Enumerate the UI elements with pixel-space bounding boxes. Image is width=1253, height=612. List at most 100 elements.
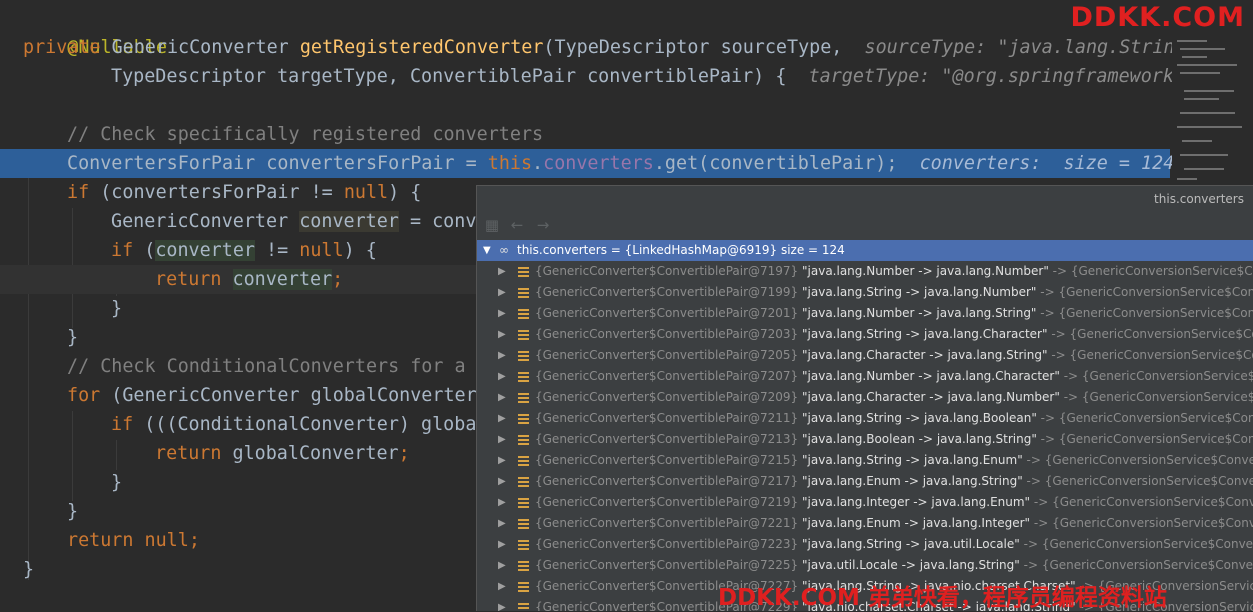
keyword: return <box>155 443 222 464</box>
code-line-14: if (((ConditionalConverter) globa <box>111 410 476 439</box>
collapse-arrow-icon[interactable]: ▶ <box>498 471 506 492</box>
map-entry-icon <box>518 477 529 487</box>
entry-separator: -> <box>1030 495 1053 509</box>
tree-row[interactable]: ▶ {GenericConverter$ConvertiblePair@7215}… <box>477 450 1253 471</box>
entry-separator: -> <box>1036 306 1059 320</box>
minimap-line <box>1180 48 1225 50</box>
assign: = conv <box>398 211 477 232</box>
tree-row[interactable]: ▶ {GenericConverter$ConvertiblePair@7197}… <box>477 261 1253 282</box>
condition: (convertersForPair != <box>89 182 344 203</box>
entry-key-object: {GenericConverter$ConvertiblePair@7207} <box>535 369 799 383</box>
tree-row[interactable]: ▶ {GenericConverter$ConvertiblePair@7199}… <box>477 282 1253 303</box>
collapse-arrow-icon[interactable]: ▶ <box>498 576 506 597</box>
row-text: {GenericConverter$ConvertiblePair@7221} … <box>535 513 1253 534</box>
code-line-12: // Check ConditionalConverters for a <box>67 352 466 381</box>
method-name: getRegisteredConverter <box>299 37 544 58</box>
code-line-3: TypeDescriptor targetType, ConvertiblePa… <box>111 62 1174 91</box>
debug-value-popup[interactable]: this.converters ▦ ← → ▼ ∞ this.converter… <box>476 185 1253 611</box>
collapse-arrow-icon[interactable]: ▶ <box>498 429 506 450</box>
row-text: {GenericConverter$ConvertiblePair@7211} … <box>535 408 1253 429</box>
tree-row[interactable]: ▶ {GenericConverter$ConvertiblePair@7209}… <box>477 387 1253 408</box>
collapse-arrow-icon[interactable]: ▶ <box>498 366 506 387</box>
tree-root-node[interactable]: ▼ ∞ this.converters = {LinkedHashMap@691… <box>477 240 1253 261</box>
keyword: private <box>23 37 101 58</box>
tree-row[interactable]: ▶ {GenericConverter$ConvertiblePair@7223}… <box>477 534 1253 555</box>
code-line-17: } <box>67 497 78 526</box>
entry-separator: -> <box>1030 516 1053 530</box>
collapse-arrow-icon[interactable]: ▶ <box>498 492 506 513</box>
collapse-arrow-icon[interactable]: ▶ <box>498 597 506 611</box>
tree-row[interactable]: ▶ {GenericConverter$ConvertiblePair@7225}… <box>477 555 1253 576</box>
condition: != <box>254 240 300 261</box>
collapse-arrow-icon[interactable]: ▶ <box>498 408 506 429</box>
row-text: {GenericConverter$ConvertiblePair@7217} … <box>535 471 1253 492</box>
forward-arrow-icon[interactable]: → <box>534 216 552 234</box>
entry-key-object: {GenericConverter$ConvertiblePair@7209} <box>535 390 799 404</box>
row-text: {GenericConverter$ConvertiblePair@7205} … <box>535 345 1253 366</box>
minimap-line <box>1184 90 1234 92</box>
collapse-arrow-icon[interactable]: ▶ <box>498 282 506 303</box>
collapse-arrow-icon[interactable]: ▶ <box>498 261 506 282</box>
tree-row[interactable]: ▶ {GenericConverter$ConvertiblePair@7201}… <box>477 303 1253 324</box>
brace: ) { <box>343 240 377 261</box>
expand-arrow-icon[interactable]: ▼ <box>483 240 491 261</box>
indent-guide <box>72 411 73 501</box>
code-line-1: @Nullable <box>23 4 167 58</box>
code-line-4: // Check specifically registered convert… <box>67 120 543 149</box>
entry-separator: -> <box>1047 348 1070 362</box>
variable: converter <box>232 269 333 290</box>
entry-key-object: {GenericConverter$ConvertiblePair@7221} <box>535 516 799 530</box>
collapse-arrow-icon[interactable]: ▶ <box>498 387 506 408</box>
tree-row[interactable]: ▶ {GenericConverter$ConvertiblePair@7205}… <box>477 345 1253 366</box>
entry-key-object: {GenericConverter$ConvertiblePair@7197} <box>535 264 799 278</box>
row-text: {GenericConverter$ConvertiblePair@7203} … <box>535 324 1253 345</box>
popup-title-bar: this.converters <box>477 186 1253 212</box>
map-entry-icon <box>518 351 529 361</box>
entry-value-object: {GenericConversionService$ConvertersFo <box>1052 495 1253 509</box>
collapse-arrow-icon[interactable]: ▶ <box>498 555 506 576</box>
collapse-arrow-icon[interactable]: ▶ <box>498 303 506 324</box>
tree-icon[interactable]: ▦ <box>483 216 501 234</box>
entry-key-value: "java.lang.Number -> java.lang.Character… <box>802 369 1060 383</box>
entry-separator: -> <box>1019 537 1042 551</box>
entry-separator: -> <box>1022 474 1045 488</box>
collapse-arrow-icon[interactable]: ▶ <box>498 513 506 534</box>
code-line-15: return globalConverter; <box>155 439 410 468</box>
variable: converter <box>155 240 255 261</box>
collapse-arrow-icon[interactable]: ▶ <box>498 534 506 555</box>
entry-key-value: "java.lang.String -> java.lang.Number" <box>802 285 1037 299</box>
tree-row[interactable]: ▶ {GenericConverter$ConvertiblePair@7213}… <box>477 429 1253 450</box>
entry-key-value: "java.lang.Character -> java.lang.Number… <box>802 390 1060 404</box>
entry-value-object: {GenericConversionService$ConvertersF <box>1058 411 1253 425</box>
tree-row[interactable]: ▶ {GenericConverter$ConvertiblePair@7217}… <box>477 471 1253 492</box>
dot: . <box>532 153 544 174</box>
tree-row[interactable]: ▶ {GenericConverter$ConvertiblePair@7207}… <box>477 366 1253 387</box>
map-entry-icon <box>518 435 529 445</box>
watermark-bottom: DDKK.COM 弟弟快看，程序员编程资料站 <box>718 585 1167 611</box>
map-entry-icon <box>518 393 529 403</box>
map-entry-icon <box>518 498 529 508</box>
map-entry-icon <box>518 288 529 298</box>
tree-row[interactable]: ▶ {GenericConverter$ConvertiblePair@7203}… <box>477 324 1253 345</box>
entry-key-object: {GenericConverter$ConvertiblePair@7215} <box>535 453 799 467</box>
tree-row[interactable]: ▶ {GenericConverter$ConvertiblePair@7219}… <box>477 492 1253 513</box>
collapse-arrow-icon[interactable]: ▶ <box>498 450 506 471</box>
tree-row[interactable]: ▶ {GenericConverter$ConvertiblePair@7211}… <box>477 408 1253 429</box>
entry-value-object: {GenericConversionService$Convert <box>1081 390 1253 404</box>
row-text: {GenericConverter$ConvertiblePair@7201} … <box>535 303 1253 324</box>
entry-value-object: {GenericConversionService$Converte <box>1070 264 1253 278</box>
row-text: {GenericConverter$ConvertiblePair@7219} … <box>535 492 1253 513</box>
back-arrow-icon[interactable]: ← <box>508 216 526 234</box>
code-line-13: for (GenericConverter globalConverter <box>67 381 477 410</box>
collapse-arrow-icon[interactable]: ▶ <box>498 324 506 345</box>
collapse-arrow-icon[interactable]: ▶ <box>498 345 506 366</box>
tree-row[interactable]: ▶ {GenericConverter$ConvertiblePair@7221}… <box>477 513 1253 534</box>
row-text: {GenericConverter$ConvertiblePair@7197} … <box>535 261 1253 282</box>
entry-separator: -> <box>1059 390 1082 404</box>
entry-separator: -> <box>1019 558 1042 572</box>
entry-value-object: {GenericConversionService$ConvertersF <box>1058 285 1253 299</box>
entry-value-object: {GenericConversionService$ConvertersF <box>1058 306 1253 320</box>
indent-guide <box>116 440 117 470</box>
popup-title: this.converters <box>1154 192 1244 206</box>
entry-key-value: "java.lang.String -> java.util.Locale" <box>802 537 1020 551</box>
